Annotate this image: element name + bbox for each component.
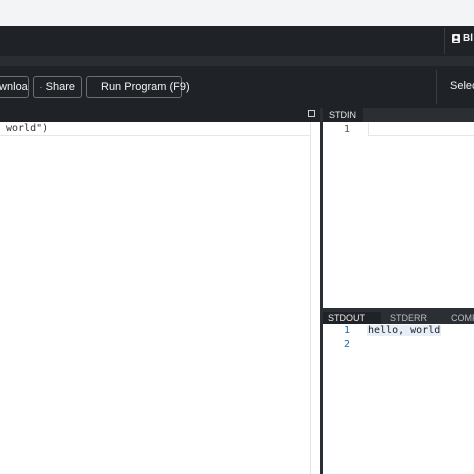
download-button[interactable]: Download xyxy=(0,76,29,98)
user-icon xyxy=(452,34,460,43)
run-program-label: Run Program (F9) xyxy=(101,81,190,93)
header-separator xyxy=(0,56,474,66)
stdout-line-number: 2 xyxy=(343,339,350,350)
share-button[interactable]: Share xyxy=(33,76,82,98)
stdin-active-line xyxy=(368,123,474,136)
tab-stderr[interactable]: STDERR xyxy=(385,312,443,324)
user-label: Bl xyxy=(463,33,473,44)
tab-stdout[interactable]: STDOUT xyxy=(323,312,381,324)
app-header xyxy=(0,26,474,56)
header-divider xyxy=(444,28,445,54)
browser-bar xyxy=(0,0,474,26)
stdout-line-number: 1 xyxy=(343,325,350,336)
toolbar-divider xyxy=(436,70,437,104)
code-editor[interactable] xyxy=(0,108,320,474)
language-select[interactable]: Select xyxy=(450,80,474,92)
editor-scrollbar[interactable] xyxy=(310,122,320,474)
maximize-icon[interactable] xyxy=(308,110,315,117)
share-arrow-icon xyxy=(40,86,42,88)
stdin-editor[interactable] xyxy=(323,122,474,308)
tab-stdin[interactable]: STDIN xyxy=(323,108,363,122)
editor-code-line: world") xyxy=(6,123,49,134)
user-menu[interactable]: Bl xyxy=(452,33,473,44)
download-label: Download xyxy=(0,81,28,93)
share-label: Share xyxy=(45,81,75,93)
stdout-line: hello, world xyxy=(367,325,442,336)
run-program-button[interactable]: Run Program (F9) xyxy=(86,76,190,98)
tab-compile-output[interactable]: COMPILE OUTPUT xyxy=(446,312,474,324)
stdin-line-number: 1 xyxy=(343,124,350,135)
editor-topbar xyxy=(0,108,320,122)
